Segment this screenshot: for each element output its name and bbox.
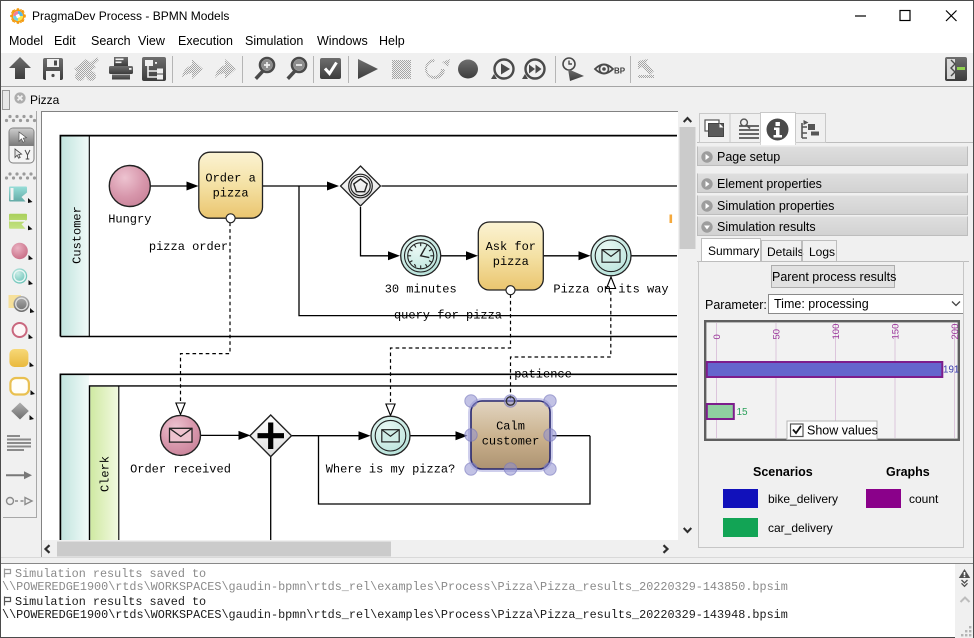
svg-text:pizza order: pizza order [149, 240, 228, 254]
svg-text:BP: BP [614, 67, 626, 76]
svg-text:pizza: pizza [493, 255, 529, 269]
svg-text:Order received: Order received [130, 462, 231, 476]
svg-text:Clerk: Clerk [99, 456, 113, 492]
svg-text:Ask for: Ask for [486, 240, 536, 254]
svg-text:patience: patience [514, 368, 572, 382]
svg-text:Customer: Customer [71, 206, 85, 264]
svg-text:query for pizza: query for pizza [394, 308, 502, 322]
svg-text:30 minutes: 30 minutes [385, 282, 457, 296]
svg-text:pizza: pizza [213, 187, 249, 201]
svg-text:Hungry: Hungry [108, 213, 151, 227]
svg-text:Order a: Order a [205, 172, 255, 186]
svg-text:Pizza on its way: Pizza on its way [553, 282, 668, 296]
svg-text:customer: customer [482, 435, 540, 449]
svg-text:Where is my pizza?: Where is my pizza? [326, 462, 456, 476]
svg-text:Calm: Calm [496, 420, 525, 434]
